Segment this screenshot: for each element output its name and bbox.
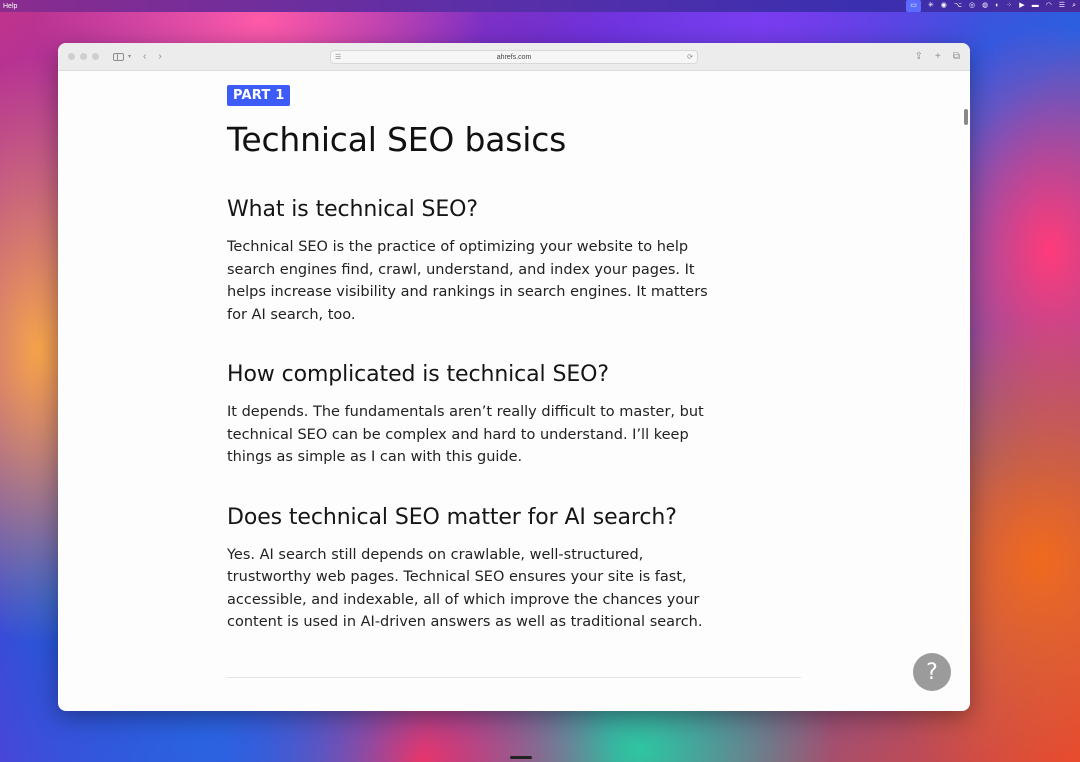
play-icon[interactable]: ▶ (1019, 0, 1024, 12)
help-button[interactable]: ? (913, 653, 951, 691)
chevron-down-icon[interactable]: ▾ (128, 54, 131, 60)
reload-icon[interactable]: ⟳ (687, 53, 693, 61)
window-controls (58, 53, 99, 60)
dock-indicator (510, 756, 532, 759)
forward-icon[interactable]: › (158, 51, 161, 62)
new-tab-icon[interactable]: + (935, 51, 941, 62)
menu-icon[interactable]: ☰ (1059, 0, 1065, 12)
battery-icon[interactable]: ▬ (1032, 0, 1039, 12)
section-heading: What is technical SEO? (227, 197, 478, 222)
address-url: ahrefs.com (496, 53, 532, 61)
page-settings-icon[interactable]: ☰ (335, 53, 341, 61)
menu-bar: Help ▭ ✳ ◉ ⌥ ◎ ◍ ◐ ⁘ ▶ ▬ ◠ ☰ ⌕ (0, 0, 1080, 12)
address-bar[interactable]: ☰ ahrefs.com ⟳ (330, 50, 698, 64)
browser-toolbar: ▾ ‹ › ☰ ahrefs.com ⟳ ⇪ + ⧉ (58, 43, 970, 71)
zoom-button[interactable] (92, 53, 99, 60)
grid-icon[interactable]: ⁘ (1006, 0, 1012, 12)
minimize-button[interactable] (80, 53, 87, 60)
section-body: It depends. The fundamentals aren’t real… (227, 404, 704, 465)
wifi-icon[interactable]: ◠ (1046, 0, 1052, 12)
camera-icon[interactable]: ◐ (995, 0, 999, 12)
toolbar-right: ⇪ + ⧉ (915, 51, 960, 62)
page-title: Technical SEO basics (227, 120, 567, 159)
tab-overview-icon[interactable]: ⧉ (953, 51, 960, 62)
search-icon[interactable]: ⌕ (1072, 0, 1076, 12)
share-icon[interactable]: ⇪ (915, 51, 923, 62)
part-badge: PART 1 (227, 85, 291, 106)
section-heading: How complicated is technical SEO? (227, 362, 609, 387)
record-icon[interactable]: ◉ (941, 0, 947, 12)
status-icons: ▭ ✳ ◉ ⌥ ◎ ◍ ◐ ⁘ ▶ ▬ ◠ ☰ ⌕ (906, 0, 1076, 12)
display-icon[interactable]: ▭ (906, 0, 921, 12)
brightness-icon[interactable]: ✳ (928, 0, 934, 12)
section-heading: Does technical SEO matter for AI search? (227, 504, 677, 530)
scrollbar[interactable] (964, 109, 968, 125)
close-button[interactable] (68, 53, 75, 60)
swirl-icon[interactable]: ◍ (982, 0, 988, 12)
spiral-icon[interactable]: ◎ (969, 0, 975, 12)
page-content: PART 1 Technical SEO basics What is tech… (58, 71, 970, 711)
back-icon[interactable]: ‹ (143, 51, 146, 62)
sidebar-toggle-icon[interactable] (113, 52, 124, 61)
option-icon[interactable]: ⌥ (954, 0, 962, 12)
article: PART 1 Technical SEO basics What is tech… (227, 85, 827, 634)
section-divider (227, 677, 801, 678)
section-body: Yes. AI search still depends on crawlabl… (227, 546, 703, 631)
section-body: Technical SEO is the practice of optimiz… (227, 239, 708, 323)
menu-help[interactable]: Help (0, 3, 17, 10)
browser-window: ▾ ‹ › ☰ ahrefs.com ⟳ ⇪ + ⧉ PART 1 Techni… (58, 43, 970, 711)
